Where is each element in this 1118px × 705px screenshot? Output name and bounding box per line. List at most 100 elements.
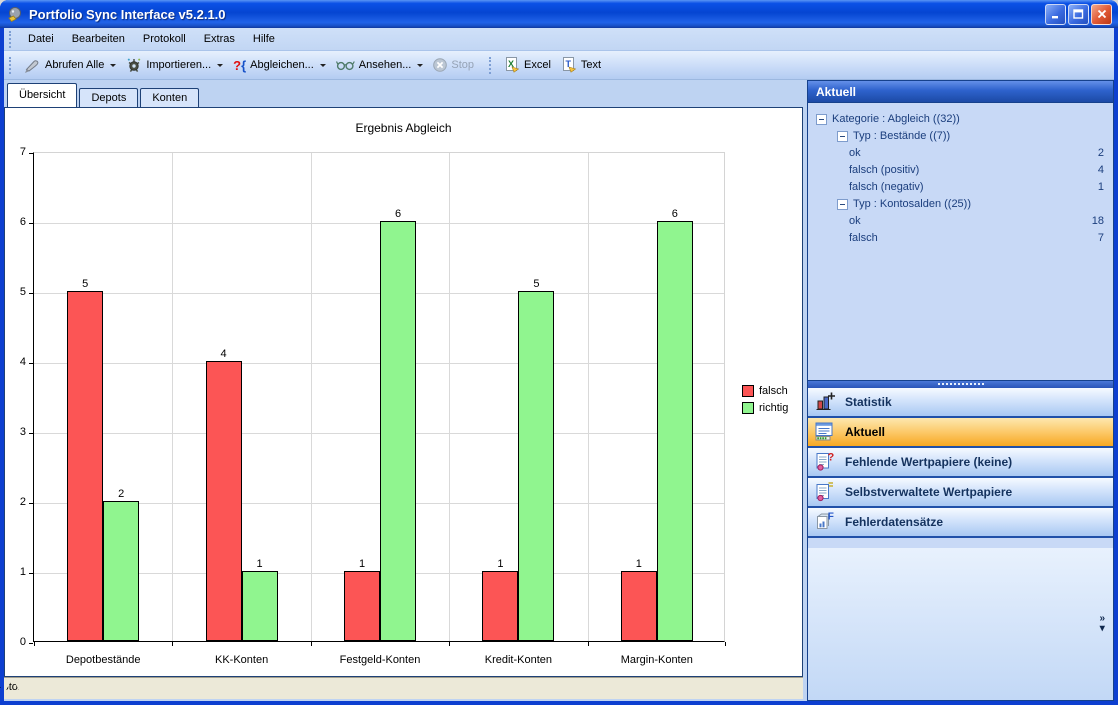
tree-item-count: 4 (1098, 162, 1104, 179)
tab-depots[interactable]: Depots (79, 88, 138, 107)
tree-item[interactable]: falsch (positiv)4 (808, 162, 1113, 179)
bar-value-label: 5 (516, 278, 556, 290)
shortcut-fehlerdatens-tze[interactable]: FFehlerdatensätze (808, 508, 1113, 538)
excel-icon: X (504, 57, 520, 73)
toolbar-button-ansehen[interactable]: Ansehen... (331, 57, 429, 73)
tree-item[interactable]: Typ : Bestände ((7)) (808, 128, 1113, 145)
error-records-icon: F (814, 511, 836, 532)
view-icon (336, 60, 355, 71)
svg-text:F: F (827, 512, 833, 523)
shortcut-fehlende-wertpapiere-keine[interactable]: ?Fehlende Wertpapiere (keine) (808, 448, 1113, 478)
menu-item-hilfe[interactable]: Hilfe (244, 30, 284, 49)
main-content-area: ÜbersichtDepotsKonten Ergebnis Abgleich … (4, 80, 804, 701)
application-window: Portfolio Sync Interface v5.2.1.0 DateiB… (0, 0, 1118, 705)
x-axis-tick (311, 642, 312, 646)
bar-value-label: 6 (378, 208, 418, 220)
collapse-toggle-icon[interactable] (816, 114, 827, 125)
shortcut-statistik[interactable]: Statistik (808, 388, 1113, 418)
tree-item[interactable]: Typ : Kontosalden ((25)) (808, 196, 1113, 213)
toolbar-main-group: Abrufen AlleImportieren...?{Abgleichen..… (19, 55, 479, 75)
fetch-all-icon (24, 58, 41, 73)
shortcut-aktuell[interactable]: Aktuell (808, 418, 1113, 448)
gridline (34, 223, 724, 224)
dropdown-arrow-icon[interactable] (110, 64, 116, 67)
menu-item-bearbeiten[interactable]: Bearbeiten (63, 30, 134, 49)
dropdown-arrow-icon[interactable] (217, 64, 223, 67)
toolbar-grip[interactable] (489, 57, 494, 74)
minimize-icon (1051, 10, 1061, 19)
minimize-button[interactable] (1045, 4, 1066, 25)
shortcut-button-group: StatistikAktuell?Fehlende Wertpapiere (k… (808, 388, 1113, 548)
dropdown-arrow-icon[interactable] (320, 64, 326, 67)
collapse-toggle-icon[interactable] (837, 199, 848, 210)
tree-item[interactable]: falsch (negativ)1 (808, 179, 1113, 196)
tab-konten[interactable]: Konten (140, 88, 199, 107)
x-axis-category-label: Festgeld-Konten (311, 654, 449, 666)
menu-bar: DateiBearbeitenProtokollExtrasHilfe (4, 28, 1114, 51)
close-button[interactable] (1091, 4, 1112, 25)
chart-title: Ergebnis Abgleich (5, 121, 802, 135)
toolbar-button-importieren[interactable]: Importieren... (121, 55, 228, 75)
maximize-button[interactable] (1068, 4, 1089, 25)
x-axis-tick (172, 642, 173, 646)
y-axis-tick (29, 643, 33, 644)
tab-bersicht[interactable]: Übersicht (7, 83, 77, 107)
tree-item[interactable]: falsch7 (808, 230, 1113, 247)
statistics-icon (814, 391, 836, 412)
menu-items: DateiBearbeitenProtokollExtrasHilfe (19, 30, 284, 49)
panel-splitter[interactable] (808, 380, 1113, 388)
bar-value-label: 5 (65, 278, 105, 290)
toolbar-button-abrufen-alle[interactable]: Abrufen Alle (19, 56, 121, 75)
menubar-grip[interactable] (9, 31, 14, 48)
missing-securities-icon: ? (814, 451, 836, 472)
x-axis-category-label: Depotbestände (34, 654, 172, 666)
y-axis-tick (29, 573, 33, 574)
bar-value-label: 2 (101, 488, 141, 500)
gridline (311, 153, 312, 641)
menu-item-datei[interactable]: Datei (19, 30, 63, 49)
tree-item[interactable]: ok18 (808, 213, 1113, 230)
toolbar-button-stop: Stop (428, 56, 479, 74)
dropdown-arrow-icon[interactable] (417, 64, 423, 67)
y-axis-tick (29, 223, 33, 224)
window-controls (1045, 4, 1112, 25)
close-icon (1097, 9, 1107, 19)
gridline (34, 433, 724, 434)
menu-item-protokoll[interactable]: Protokoll (134, 30, 195, 49)
bar-falsch (344, 571, 380, 641)
top-tab-strip: ÜbersichtDepotsKonten (4, 84, 201, 107)
bar-value-label: 1 (619, 558, 659, 570)
configure-buttons-dropdown-icon[interactable]: ▾ (1100, 624, 1105, 634)
x-axis-category-label: KK-Konten (172, 654, 310, 666)
title-bar[interactable]: Portfolio Sync Interface v5.2.1.0 (0, 0, 1118, 28)
y-axis-tick-label: 5 (6, 286, 26, 298)
bar-falsch (621, 571, 657, 641)
tree-item-count: 1 (1098, 179, 1104, 196)
gridline (34, 363, 724, 364)
toolbar-button-text[interactable]: TText (556, 55, 606, 75)
x-axis-tick (725, 642, 726, 646)
toolbar-button-abgleichen[interactable]: ?{Abgleichen... (228, 57, 331, 74)
reconcile-icon: ?{ (233, 59, 246, 72)
y-axis-tick (29, 503, 33, 504)
bar-falsch (482, 571, 518, 641)
right-panel: Aktuell Kategorie : Abgleich ((32))Typ :… (807, 80, 1114, 701)
bar-richtig (657, 221, 693, 641)
y-axis-tick (29, 433, 33, 434)
bar-falsch (206, 361, 242, 641)
shortcut-selbstverwaltete-wertpapiere[interactable]: Selbstverwaltete Wertpapiere (808, 478, 1113, 508)
bar-richtig (242, 571, 278, 641)
gridline (172, 153, 173, 641)
app-icon (6, 5, 24, 23)
tree-item[interactable]: ok2 (808, 145, 1113, 162)
toolbar-button-excel[interactable]: XExcel (499, 55, 556, 75)
legend-item: falsch (742, 385, 788, 397)
bar-value-label: 4 (204, 348, 244, 360)
bar-value-label: 1 (240, 558, 280, 570)
tree-item[interactable]: Kategorie : Abgleich ((32)) (808, 111, 1113, 128)
toolbar-grip[interactable] (9, 57, 14, 74)
collapse-toggle-icon[interactable] (837, 131, 848, 142)
bottom-tab-bar: ProtokollErgebnis Abgleich (4, 677, 803, 699)
menu-item-extras[interactable]: Extras (195, 30, 244, 49)
svg-text:?: ? (827, 452, 834, 464)
